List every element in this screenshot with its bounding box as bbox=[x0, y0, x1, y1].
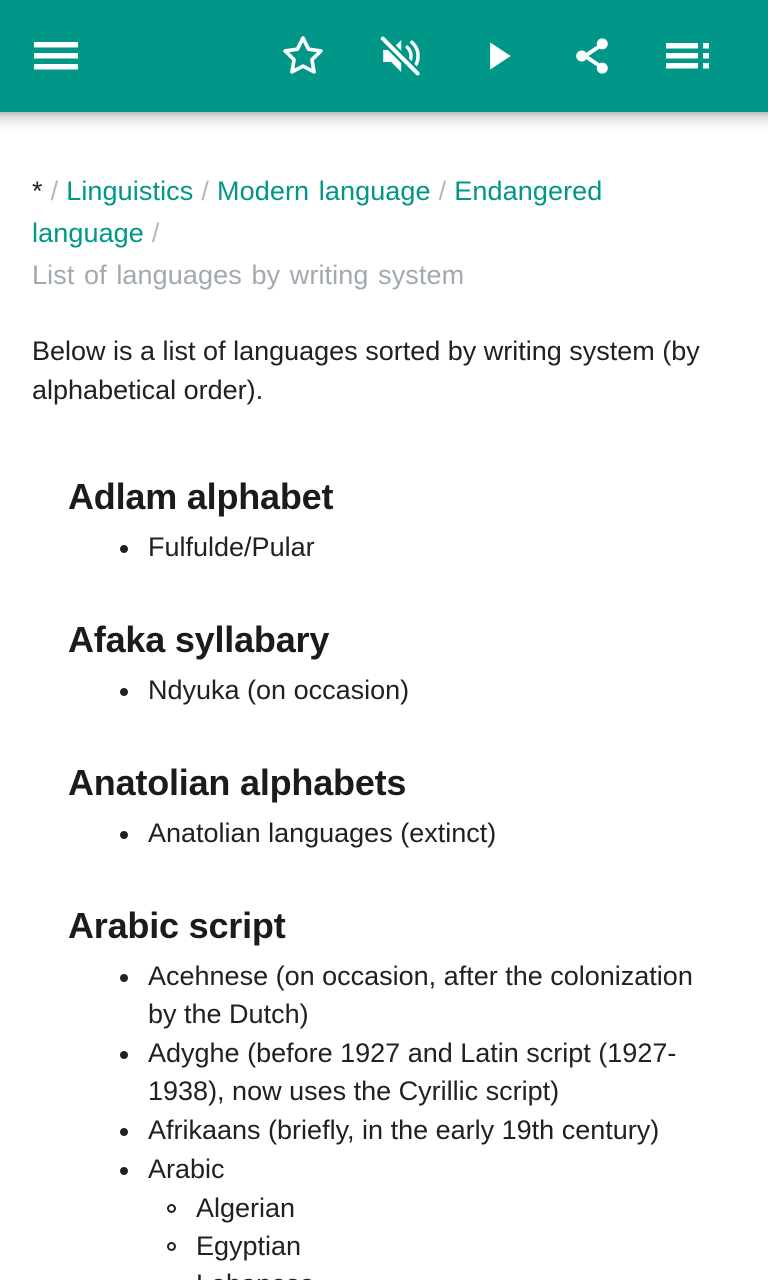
list-item-text: Afrikaans (briefly, in the early 19th ce… bbox=[148, 1111, 720, 1150]
list-item-text: Fulfulde/Pular bbox=[148, 528, 720, 567]
share-button[interactable] bbox=[564, 28, 620, 84]
volume-off-icon bbox=[376, 32, 424, 80]
section-heading-afaka-syllabary: Afaka syllabary bbox=[68, 619, 330, 660]
play-icon bbox=[477, 35, 519, 77]
table-of-contents-button[interactable] bbox=[660, 28, 716, 84]
breadcrumb-current-page: List of languages by writing system bbox=[32, 260, 465, 290]
breadcrumb-separator: / bbox=[50, 176, 59, 206]
section-list-anatolian-alphabets: Anatolian languages (extinct) bbox=[32, 804, 736, 853]
section-list-afaka-syllabary: Ndyuka (on occasion) bbox=[32, 661, 736, 710]
table-of-contents-icon bbox=[666, 40, 710, 72]
star-outline-icon bbox=[280, 33, 326, 79]
play-button[interactable] bbox=[470, 28, 526, 84]
list-item-text: Arabic bbox=[148, 1150, 720, 1189]
sub-list-item: Algerian bbox=[148, 1189, 720, 1227]
section-heading-adlam-alphabet: Adlam alphabet bbox=[68, 476, 334, 517]
breadcrumb-separator: / bbox=[151, 218, 160, 248]
share-icon bbox=[570, 34, 614, 78]
list-item-text: Adyghe (before 1927 and Latin script (19… bbox=[148, 1034, 720, 1111]
breadcrumb: * / Linguistics / Modern language / Endangered… bbox=[32, 112, 736, 296]
list-item: Fulfulde/Pular bbox=[32, 528, 736, 567]
list-item-text: Ndyuka (on occasion) bbox=[148, 671, 720, 710]
list-item-text: Acehnese (on occasion, after the coloniz… bbox=[148, 957, 720, 1034]
intro-paragraph: Below is a list of languages sorted by w… bbox=[32, 336, 700, 405]
sub-list-item: Egyptian bbox=[148, 1227, 720, 1265]
arabic-varieties-sublist: Algerian Egyptian Lebanese Moroccan Iraq… bbox=[148, 1189, 720, 1280]
menu-button[interactable] bbox=[28, 28, 84, 84]
hamburger-menu-icon bbox=[34, 40, 78, 72]
mute-button[interactable] bbox=[372, 28, 428, 84]
page-content: * / Linguistics / Modern language / Endangered… bbox=[0, 112, 768, 1280]
section-list-adlam-alphabet: Fulfulde/Pular bbox=[32, 518, 736, 567]
breadcrumb-root-link[interactable]: * bbox=[32, 176, 43, 206]
list-item: Anatolian languages (extinct) bbox=[32, 814, 736, 853]
section-heading-anatolian-alphabets: Anatolian alphabets bbox=[68, 762, 407, 803]
list-item: Afrikaans (briefly, in the early 19th ce… bbox=[32, 1111, 736, 1150]
list-item: Ndyuka (on occasion) bbox=[32, 671, 736, 710]
sub-list-item: Lebanese bbox=[148, 1265, 720, 1280]
list-item: Arabic Algerian Egyptian Lebanese Morocc… bbox=[32, 1150, 736, 1280]
section-list-arabic-script: Acehnese (on occasion, after the coloniz… bbox=[32, 947, 736, 1280]
section-heading-arabic-script: Arabic script bbox=[68, 905, 286, 946]
breadcrumb-link-linguistics[interactable]: Linguistics bbox=[66, 176, 193, 206]
list-item: Adyghe (before 1927 and Latin script (19… bbox=[32, 1034, 736, 1111]
list-item: Acehnese (on occasion, after the coloniz… bbox=[32, 957, 736, 1034]
breadcrumb-link-modern-language[interactable]: Modern language bbox=[217, 176, 431, 206]
list-item-text: Anatolian languages (extinct) bbox=[148, 814, 720, 853]
breadcrumb-separator: / bbox=[438, 176, 447, 206]
app-bar bbox=[0, 0, 768, 134]
breadcrumb-separator: / bbox=[201, 176, 209, 206]
favorite-button[interactable] bbox=[275, 28, 331, 84]
